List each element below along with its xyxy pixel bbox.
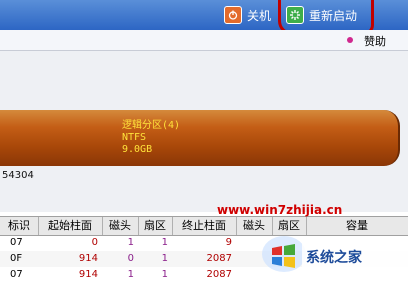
partition-name: 逻辑分区(4): [122, 120, 181, 131]
watermark-url: www.win7zhijia.cn: [217, 203, 343, 217]
shutdown-label: 关机: [247, 8, 272, 23]
partition-size: 9.0GB: [122, 144, 153, 155]
disk-partition-bar[interactable]: [0, 110, 400, 166]
power-icon: [224, 6, 242, 24]
donate-icon: [347, 37, 353, 43]
sector-count: 54304: [2, 170, 34, 181]
donate-link[interactable]: 赞助: [364, 33, 386, 49]
col-start-cylinder[interactable]: 起始柱面: [38, 217, 103, 235]
col-start-head[interactable]: 磁头: [102, 217, 139, 235]
partition-info: 逻辑分区(4) NTFS 9.0GB: [122, 120, 180, 156]
shutdown-button[interactable]: 关机: [224, 5, 271, 25]
partition-filesystem: NTFS: [122, 132, 147, 143]
watermark-brand: 系统之家: [306, 250, 362, 266]
col-id[interactable]: 标识: [0, 217, 39, 235]
col-end-cylinder[interactable]: 终止柱面: [172, 217, 237, 235]
col-start-sector[interactable]: 扇区: [138, 217, 173, 235]
